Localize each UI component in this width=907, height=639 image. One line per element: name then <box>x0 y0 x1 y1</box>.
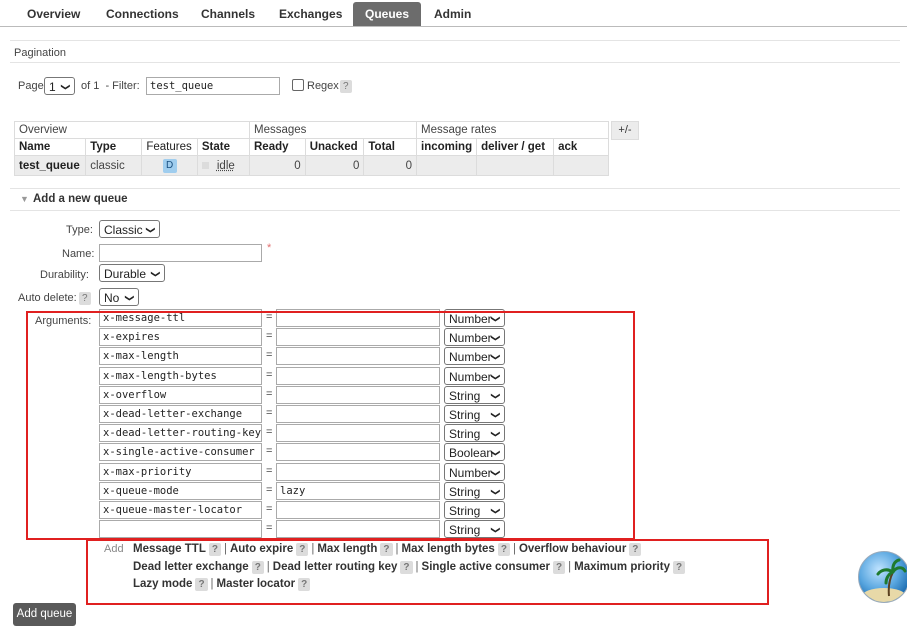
total-count: 0 <box>363 155 417 176</box>
durability-label: Durability: <box>40 269 89 281</box>
durability-value: Durable <box>104 267 147 281</box>
divider <box>10 188 900 189</box>
auto-delete-help-icon[interactable]: ? <box>79 292 91 305</box>
ack-rate <box>553 155 610 176</box>
group-header-rates: Message rates <box>415 121 610 139</box>
col-incoming: incoming <box>415 138 478 156</box>
tab-overview[interactable]: Overview <box>27 4 80 26</box>
chevron-down-icon: ❯ <box>151 270 162 278</box>
col-ready: Ready <box>249 138 306 156</box>
of-filter-label: of 1 - Filter: <box>81 80 140 92</box>
col-type: Type <box>85 138 143 156</box>
auto-delete-label: Auto delete: <box>18 292 77 304</box>
page-label: Page <box>18 80 44 92</box>
unacked-count: 0 <box>304 155 365 176</box>
col-ack: ack <box>553 138 610 156</box>
divider <box>10 40 900 41</box>
col-deliver-get: deliver / get <box>476 138 555 156</box>
chevron-down-icon: ❯ <box>61 83 72 91</box>
columns-toggle-button[interactable]: +/- <box>611 121 639 140</box>
queue-state: idle <box>216 159 235 172</box>
arguments-highlight-box <box>26 311 635 540</box>
avatar[interactable] <box>858 551 907 603</box>
table-row[interactable]: test_queue classic D idle 0 0 0 <box>13 155 610 176</box>
deliver-get-rate <box>476 155 555 176</box>
tab-queues[interactable]: Queues <box>353 2 422 26</box>
chevron-down-icon: ❯ <box>125 294 136 302</box>
divider <box>10 210 900 211</box>
ready-count: 0 <box>249 155 306 176</box>
divider <box>10 62 900 63</box>
col-total: Total <box>363 138 417 156</box>
regex-checkbox[interactable] <box>292 79 304 91</box>
col-name: Name <box>13 138 87 156</box>
add-links-highlight-box <box>86 539 769 605</box>
type-label: Type: <box>66 224 93 236</box>
page-select[interactable]: 1 ❯ <box>44 77 75 95</box>
group-header-messages: Messages <box>249 121 417 139</box>
col-state: State <box>196 138 251 156</box>
tab-channels[interactable]: Channels <box>201 4 255 26</box>
queue-type-select[interactable]: Classic ❯ <box>99 220 160 238</box>
tab-exchanges[interactable]: Exchanges <box>279 4 342 26</box>
queues-table: Overview Messages Message rates Name Typ… <box>13 121 610 176</box>
queue-type-value: Classic <box>104 223 143 237</box>
queue-name-link[interactable]: test_queue <box>13 155 87 176</box>
durability-select[interactable]: Durable ❯ <box>99 264 165 282</box>
auto-delete-value: No <box>104 291 120 305</box>
col-features: Features <box>141 138 198 156</box>
col-unacked: Unacked <box>304 138 365 156</box>
top-nav: Overview Connections Channels Exchanges … <box>0 0 907 27</box>
filter-input[interactable]: test_queue <box>146 77 280 95</box>
queue-type: classic <box>85 155 143 176</box>
durable-badge: D <box>162 158 177 173</box>
chevron-down-icon: ❯ <box>146 226 157 234</box>
name-label: Name: <box>62 248 95 260</box>
regex-label: Regex <box>307 80 339 92</box>
incoming-rate <box>415 155 478 176</box>
add-queue-section-title[interactable]: Add a new queue <box>33 193 128 205</box>
queue-name-input[interactable] <box>99 244 262 262</box>
tab-admin[interactable]: Admin <box>434 4 471 26</box>
regex-help-icon[interactable]: ? <box>340 80 352 93</box>
auto-delete-select[interactable]: No ❯ <box>99 288 139 306</box>
add-queue-button[interactable]: Add queue <box>13 603 76 626</box>
palm-island-icon <box>862 558 907 602</box>
state-indicator-icon <box>201 161 209 169</box>
group-header-overview: Overview <box>14 121 250 139</box>
required-asterisk: * <box>267 242 272 254</box>
pagination-heading: Pagination <box>14 47 66 59</box>
tab-connections[interactable]: Connections <box>106 4 179 26</box>
collapse-triangle-icon[interactable]: ▼ <box>20 194 29 204</box>
page-select-value: 1 <box>49 80 56 94</box>
